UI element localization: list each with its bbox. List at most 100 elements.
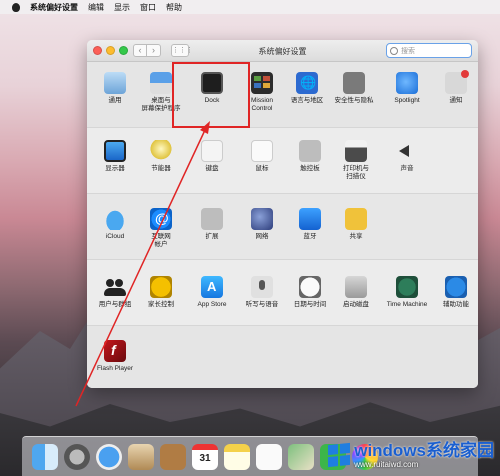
pane-accessibility-label: 辅助功能	[443, 301, 469, 308]
pane-mouse[interactable]: 鼠标	[238, 140, 286, 173]
pane-flash-player[interactable]: Flash Player	[91, 340, 139, 373]
watermark-sub: www.ruitaiwd.com	[354, 459, 419, 469]
pane-notifications[interactable]: 通知	[432, 70, 478, 105]
pane-bluetooth-label: 蓝牙	[303, 233, 317, 240]
printer-icon	[345, 140, 367, 162]
pane-time-machine[interactable]: Time Machine	[381, 276, 433, 309]
bluetooth-icon	[299, 208, 321, 230]
menu-bar: 系统偏好设置 编辑 显示 窗口 帮助	[0, 0, 500, 14]
speaker-icon	[396, 140, 418, 162]
pane-startup-disk[interactable]: 启动磁盘	[332, 276, 380, 309]
maps-icon[interactable]	[288, 443, 314, 470]
section-other: Flash Player	[87, 326, 478, 388]
pane-extensions-label: 扩展	[205, 233, 219, 240]
finder-icon[interactable]	[32, 443, 58, 470]
pane-internet-label: 互联网 帐户	[151, 233, 171, 248]
safari-icon[interactable]	[96, 443, 122, 470]
mission-control-icon	[251, 72, 273, 94]
monitor-icon	[104, 140, 126, 162]
search-placeholder: 搜索	[401, 47, 415, 55]
pane-spotlight-label: Spotlight	[394, 97, 420, 104]
pane-mouse-label: 鼠标	[255, 165, 269, 172]
pane-appstore-label: App Store	[197, 301, 227, 308]
pane-sharing[interactable]: 共享	[332, 208, 380, 241]
pane-app-store[interactable]: App Store	[188, 276, 236, 309]
time-machine-icon	[396, 276, 418, 298]
pane-sound-label: 声音	[400, 165, 414, 172]
sharing-folder-icon	[345, 208, 367, 230]
pane-parental-controls[interactable]: 家长控制	[137, 276, 185, 309]
hard-disk-icon	[345, 276, 367, 298]
menu-app-name[interactable]: 系统偏好设置	[30, 2, 78, 13]
calendar-icon[interactable]: 31	[192, 443, 218, 470]
pane-sound[interactable]: 声音	[383, 140, 431, 173]
pane-energy-saver[interactable]: 节能器	[137, 140, 185, 173]
menu-view[interactable]: 显示	[114, 2, 130, 13]
pane-extensions[interactable]: 扩展	[188, 208, 236, 241]
pane-keyboard[interactable]: 键盘	[188, 140, 236, 173]
pane-bluetooth[interactable]: 蓝牙	[286, 208, 334, 241]
pane-printers-label: 打印机与 扫描仪	[343, 165, 369, 180]
pane-spotlight[interactable]: Spotlight	[383, 72, 431, 105]
users-icon	[104, 276, 126, 298]
pane-date-time[interactable]: 日期与时间	[286, 276, 334, 309]
title-bar: ‹ › ⋮⋮⋮ 系统偏好设置 搜索	[87, 40, 478, 62]
language-flag-icon	[296, 72, 318, 94]
pane-network[interactable]: 网络	[238, 208, 286, 241]
pane-language-region[interactable]: 语言与地区	[283, 72, 331, 105]
reminders-icon[interactable]	[256, 443, 282, 470]
mouse-icon	[251, 140, 273, 162]
menu-edit[interactable]: 编辑	[88, 2, 104, 13]
pane-trackpad-label: 触控板	[300, 165, 320, 172]
menu-window[interactable]: 窗口	[140, 2, 156, 13]
pane-trackpad[interactable]: 触控板	[286, 140, 334, 173]
pane-general[interactable]: 通用	[91, 72, 139, 105]
pane-flash-label: Flash Player	[96, 365, 134, 372]
desktop-icon	[150, 72, 172, 94]
general-icon	[104, 72, 126, 94]
puzzle-icon	[201, 208, 223, 230]
section-hardware: 显示器 节能器 键盘 鼠标 触控板 打印机与 扫描仪 声音	[87, 128, 478, 194]
pane-icloud-label: iCloud	[105, 233, 125, 240]
system-preferences-window: ‹ › ⋮⋮⋮ 系统偏好设置 搜索 通用 桌面与 屏幕保护程序 Dock Mis…	[87, 40, 478, 388]
pane-network-label: 网络	[255, 233, 269, 240]
pane-startup-label: 启动磁盘	[343, 301, 369, 308]
apple-menu-icon[interactable]	[12, 2, 20, 12]
trackpad-icon	[299, 140, 321, 162]
contacts-icon[interactable]	[160, 443, 186, 470]
keyboard-icon	[201, 140, 223, 162]
pane-language-label: 语言与地区	[290, 97, 324, 104]
accessibility-icon	[445, 276, 467, 298]
pane-security-label: 安全性与隐私	[334, 97, 374, 104]
pane-general-label: 通用	[108, 97, 122, 104]
house-lock-icon	[343, 72, 365, 94]
section-system: 用户与群组 家长控制 App Store 听写与语音 日期与时间 启动磁盘 Ti…	[87, 260, 478, 326]
mail-icon[interactable]	[128, 443, 154, 470]
pane-displays[interactable]: 显示器	[91, 140, 139, 173]
pane-security-privacy[interactable]: 安全性与隐私	[330, 72, 378, 105]
notes-icon[interactable]	[224, 443, 250, 470]
section-personal: 通用 桌面与 屏幕保护程序 Dock Mission Control 语言与地区…	[87, 62, 478, 128]
pane-accessibility[interactable]: 辅助功能	[432, 276, 478, 309]
pane-energy-label: 节能器	[151, 165, 171, 172]
menu-help[interactable]: 帮助	[166, 2, 182, 13]
pane-printers-scanners[interactable]: 打印机与 扫描仪	[332, 140, 380, 181]
dock-highlight-box	[172, 62, 250, 128]
parental-controls-icon	[150, 276, 172, 298]
pane-users-label: 用户与群组	[98, 301, 132, 308]
pane-timemachine-label: Time Machine	[386, 301, 428, 308]
launchpad-icon[interactable]	[64, 443, 90, 470]
pane-users-groups[interactable]: 用户与群组	[91, 276, 139, 309]
pane-parental-label: 家长控制	[148, 301, 174, 308]
notifications-icon	[445, 70, 469, 94]
pane-dictation-speech[interactable]: 听写与语音	[238, 276, 286, 309]
pane-keyboard-label: 键盘	[205, 165, 219, 172]
pane-internet-accounts[interactable]: 互联网 帐户	[137, 208, 185, 249]
pane-icloud[interactable]: iCloud	[91, 208, 139, 241]
lightbulb-icon	[150, 140, 172, 162]
microphone-icon	[251, 276, 273, 298]
search-field[interactable]: 搜索	[386, 43, 472, 58]
globe-icon	[251, 208, 273, 230]
pane-datetime-label: 日期与时间	[293, 301, 327, 308]
flash-player-icon	[104, 340, 126, 362]
